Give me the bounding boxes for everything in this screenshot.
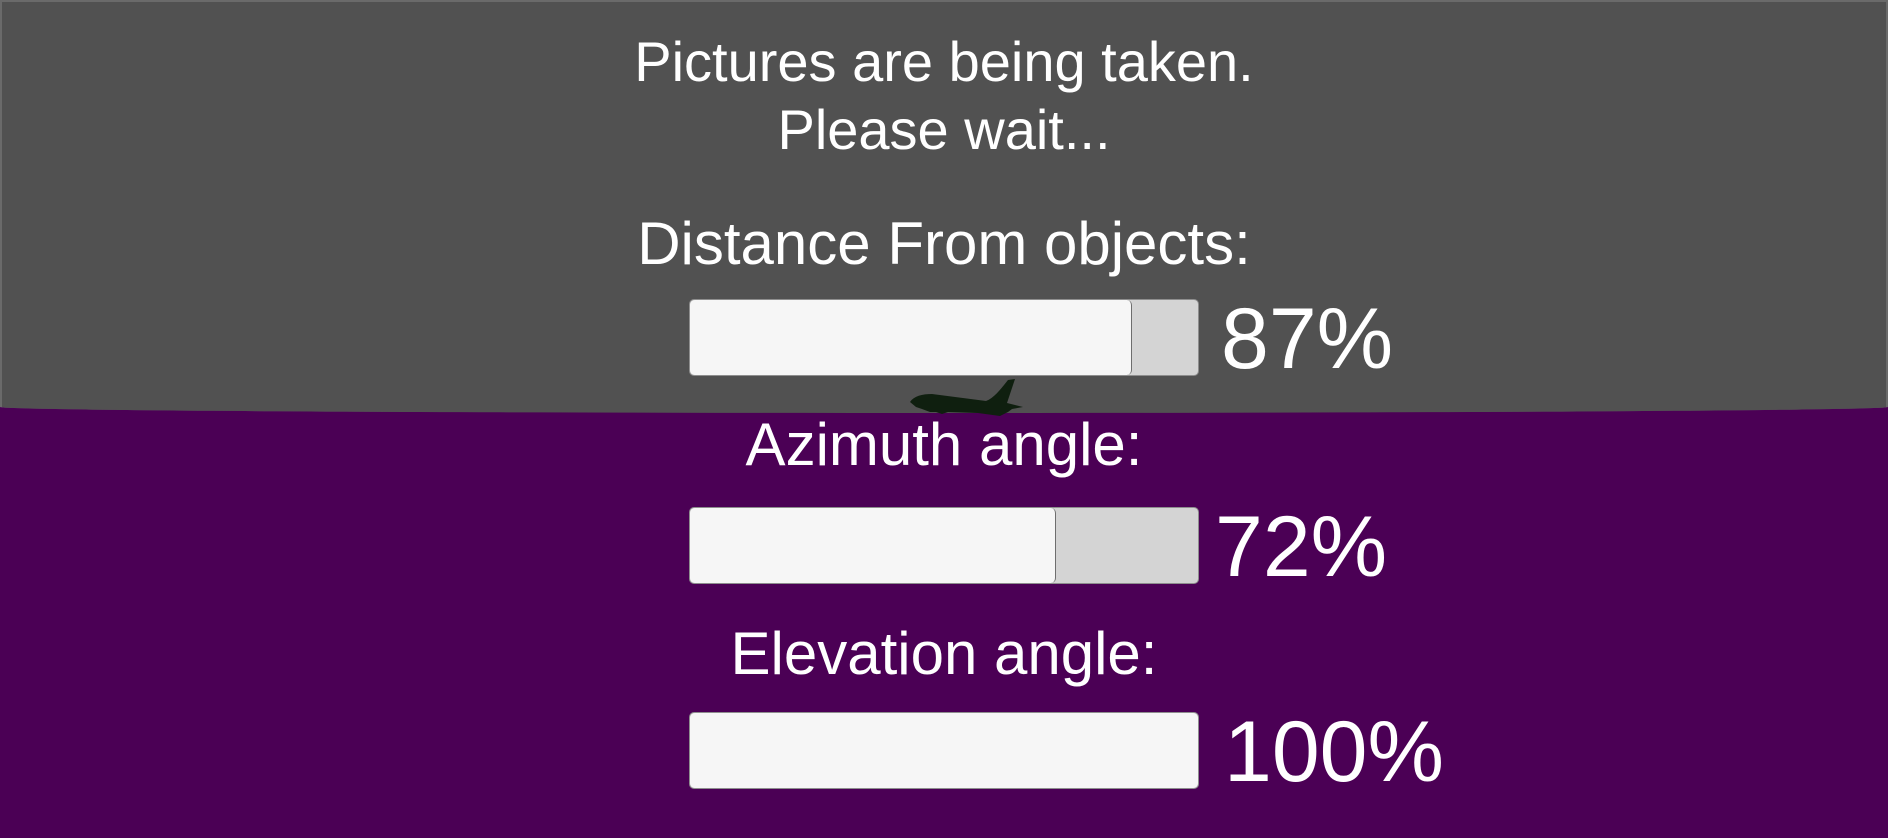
- azimuth-progress-fill: [690, 508, 1056, 583]
- distance-percent: 87%: [1221, 291, 1394, 387]
- distance-label: Distance From objects:: [637, 210, 1251, 277]
- elevation-label: Elevation angle:: [730, 620, 1158, 687]
- elevation-percent: 100%: [1224, 704, 1444, 800]
- elevation-progress-fill: [690, 713, 1198, 788]
- distance-progress-bar: [689, 299, 1199, 376]
- distance-progress-fill: [690, 300, 1132, 375]
- azimuth-percent: 72%: [1215, 499, 1388, 595]
- status-message-line-1: Pictures are being taken.: [634, 30, 1254, 93]
- azimuth-label: Azimuth angle:: [745, 411, 1143, 478]
- azimuth-progress-bar: [689, 507, 1199, 584]
- status-message-line-2: Please wait...: [777, 98, 1111, 161]
- capture-scene: Pictures are being taken. Please wait...…: [0, 0, 1888, 838]
- elevation-progress-bar: [689, 712, 1199, 789]
